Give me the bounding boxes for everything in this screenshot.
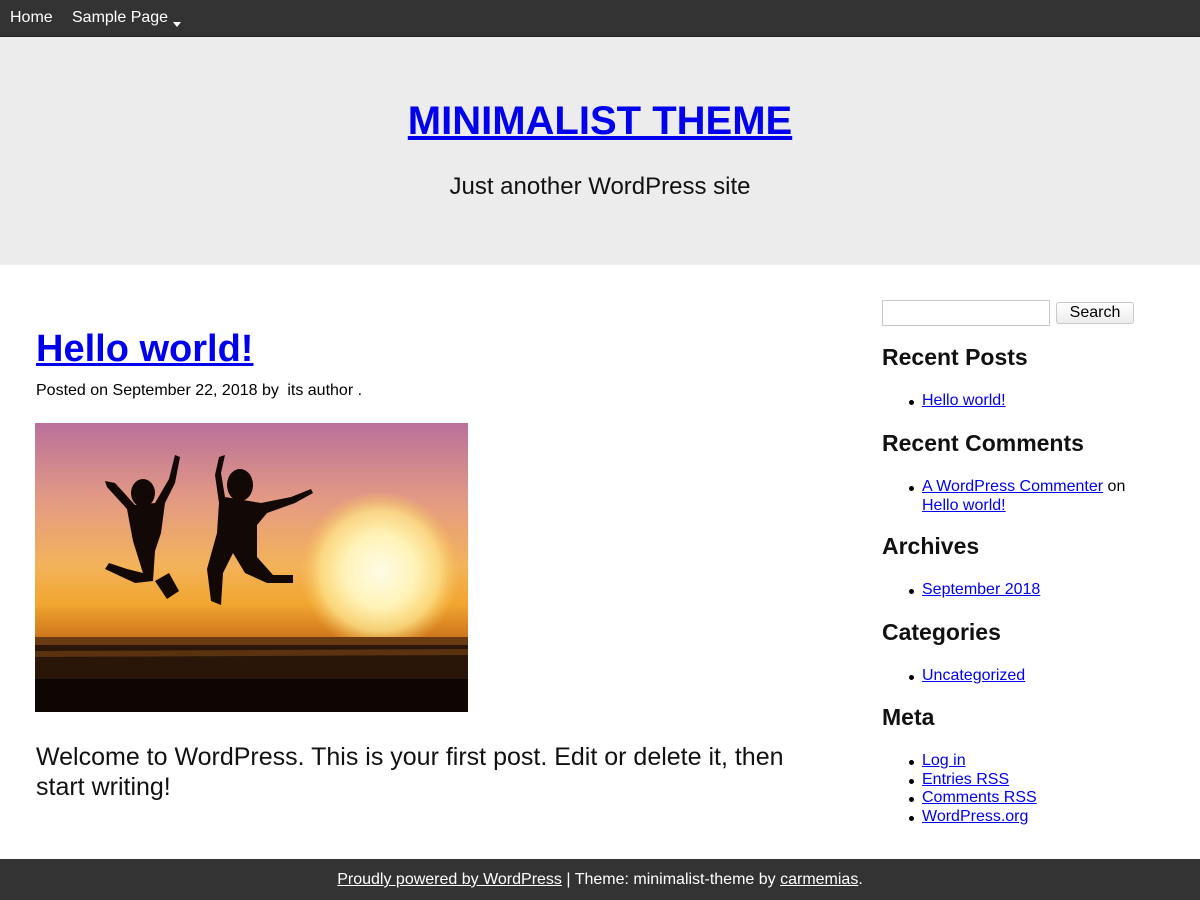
post-content: Welcome to WordPress. This is your first… [36,743,784,801]
by-label: by [261,382,279,399]
comment-on-label: on [1107,478,1126,495]
chevron-down-icon[interactable] [173,22,181,27]
meta-suffix: . [357,382,363,399]
archive-link[interactable]: September 2018 [922,581,1040,598]
meta-list: Log in Entries RSS Comments RSS WordPres… [909,752,1037,827]
list-item: Comments RSS [909,789,1037,808]
nav-item-sample-page[interactable]: Sample Page [72,9,168,27]
post-title: Hello world! [36,328,253,371]
powered-by-link[interactable]: Proudly powered by WordPress [337,871,562,888]
recent-comments-title: Recent Comments [882,430,1084,456]
search-input[interactable] [882,300,1050,326]
meta-title: Meta [882,704,935,730]
recent-posts-title: Recent Posts [882,344,1028,370]
top-navigation: Home Sample Page [0,0,1200,37]
search-button[interactable]: Search [1056,302,1134,324]
site-header: MINIMALIST THEME Just another WordPress … [0,37,1200,265]
recent-post-link[interactable]: Hello world! [922,392,1006,409]
theme-author-link[interactable]: carmemias [780,871,858,888]
categories-list: Uncategorized [908,667,1025,686]
posted-on-label: Posted on [36,382,109,399]
meta-comments-rss-link[interactable]: Comments RSS [922,789,1037,806]
meta-login-link[interactable]: Log in [922,752,966,769]
category-link[interactable]: Uncategorized [922,667,1025,684]
archives-title: Archives [882,533,980,559]
recent-posts-list: Hello world! [909,392,1006,411]
commenter-link[interactable]: A WordPress Commenter [922,478,1103,495]
recent-comments-list: A WordPress Commenter on Hello world! [909,478,1152,515]
nav-item-home[interactable]: Home [10,9,53,27]
post-meta: Posted on September 22, 2018 by its auth… [36,382,362,400]
site-title: MINIMALIST THEME [0,99,1200,144]
archives-list: September 2018 [908,581,1040,600]
post-author: its author [287,382,354,399]
list-item: Hello world! [909,392,1006,411]
list-item: Uncategorized [908,667,1025,686]
comment-post-link[interactable]: Hello world! [922,497,1006,514]
meta-entries-rss-link[interactable]: Entries RSS [922,771,1009,788]
site-footer: Proudly powered by WordPress | Theme: mi… [0,859,1200,900]
list-item: WordPress.org [909,808,1037,827]
site-title-link[interactable]: MINIMALIST THEME [408,99,792,143]
meta-wordpress-org-link[interactable]: WordPress.org [922,808,1028,825]
list-item: A WordPress Commenter on Hello world! [909,478,1152,515]
featured-image [35,423,468,712]
list-item: September 2018 [908,581,1040,600]
footer-end: . [858,871,863,888]
categories-title: Categories [882,619,1001,645]
post-title-link[interactable]: Hello world! [36,328,253,370]
post-date: September 22, 2018 [112,382,258,399]
footer-separator-text: | Theme: minimalist-theme by [566,871,776,888]
list-item: Log in [909,752,1037,771]
list-item: Entries RSS [909,771,1037,790]
site-description: Just another WordPress site [449,173,751,200]
